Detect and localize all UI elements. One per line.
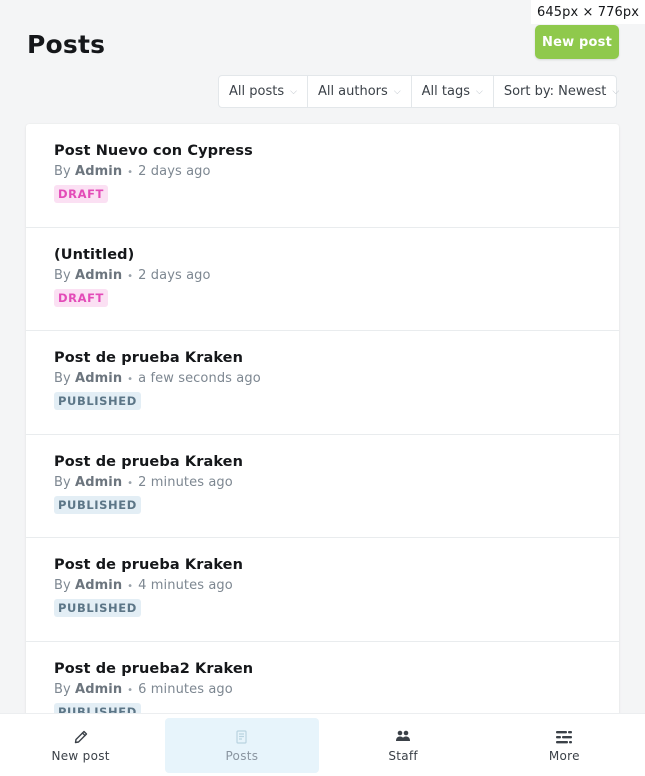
by-label: By [54, 371, 71, 387]
post-author: Admin [75, 474, 123, 490]
post-meta: By Admin • a few seconds ago [54, 371, 591, 386]
nav-label: New post [51, 749, 110, 763]
by-label: By [54, 681, 71, 697]
status-badge: DRAFT [54, 185, 109, 203]
page-title: Posts [27, 30, 106, 59]
tag-filter[interactable]: All tags ⌵ [412, 76, 494, 107]
author-filter-label: All authors [317, 84, 388, 99]
post-time: 2 days ago [138, 267, 211, 283]
separator-dot: • [127, 167, 134, 178]
post-item[interactable]: Post de prueba Kraken By Admin • 4 minutes… [26, 538, 619, 642]
post-time: 4 minutes ago [138, 578, 233, 594]
author-filter[interactable]: All authors ⌵ [308, 76, 412, 107]
chevron-down-icon: ⌵ [290, 87, 297, 97]
sort-filter-label: Sort by: Newest [503, 84, 607, 99]
new-post-button[interactable]: New post [535, 25, 619, 59]
post-title[interactable]: (Untitled) [54, 247, 591, 263]
post-type-filter[interactable]: All posts ⌵ [219, 76, 308, 107]
chevron-down-icon: ⌵ [612, 87, 620, 97]
post-meta: By Admin • 2 days ago [54, 268, 591, 283]
post-time: 2 days ago [138, 164, 211, 179]
status-badge: DRAFT [54, 288, 109, 307]
post-author: Admin [75, 164, 123, 179]
post-title[interactable]: Post de prueba2 Kraken [54, 661, 591, 677]
nav-label: Staff [388, 749, 418, 763]
nav-item-more[interactable]: More [484, 714, 645, 776]
chevron-down-icon: ⌵ [393, 87, 401, 97]
post-author: Admin [75, 371, 123, 387]
by-label: By [54, 267, 71, 283]
bottom-nav: New post Posts Staff More [0, 713, 645, 776]
separator-dot: • [127, 270, 134, 282]
filter-bar: All posts ⌵ All authors ⌵ All tags ⌵ Sor… [218, 75, 619, 108]
post-time: 2 minutes ago [138, 474, 233, 490]
post-item[interactable]: Post de prueba Kraken By Admin • a few sec… [26, 331, 619, 435]
post-type-filter-label: All posts [229, 84, 285, 99]
status-badge: PUBLISHED [54, 599, 141, 618]
nav-item-new-post[interactable]: New post [0, 714, 161, 776]
pencil-icon [71, 728, 91, 745]
post-item[interactable]: Post de prueba Kraken By Admin • 2 minutes… [26, 435, 619, 539]
post-title[interactable]: Post Nuevo con Cypress [54, 143, 591, 159]
post-author: Admin [75, 267, 123, 283]
tag-filter-label: All tags [421, 84, 470, 99]
post-title[interactable]: Post de prueba Kraken [54, 454, 591, 470]
posts-icon [232, 728, 252, 745]
separator-dot: • [127, 374, 134, 386]
nav-label: Posts [225, 749, 259, 763]
chevron-down-icon: ⌵ [475, 87, 483, 97]
staff-icon [393, 728, 413, 745]
separator-dot: • [127, 581, 134, 593]
separator-dot: • [127, 477, 134, 489]
nav-item-posts[interactable]: Posts [161, 714, 322, 776]
post-meta: By Admin • 2 minutes ago [54, 475, 591, 490]
post-meta: By Admin • 4 minutes ago [54, 578, 591, 593]
by-label: By [54, 474, 71, 490]
sort-filter[interactable]: Sort by: Newest ⌵ [494, 76, 629, 107]
size-label: 645px × 776px [531, 0, 645, 24]
status-badge: PUBLISHED [54, 392, 141, 411]
post-meta: By Admin • 2 days ago [54, 164, 591, 179]
post-time: a few seconds ago [138, 371, 261, 387]
by-label: By [54, 578, 71, 594]
post-list: Post Nuevo con Cypress By Admin • 2 days a… [26, 124, 619, 744]
status-badge: PUBLISHED [54, 495, 141, 514]
nav-label: More [548, 749, 580, 763]
post-item[interactable]: (Untitled) By Admin • 2 days ago DRAFT [26, 228, 619, 332]
nav-item-staff[interactable]: Staff [323, 714, 484, 776]
post-title[interactable]: Post de prueba Kraken [54, 557, 591, 573]
post-item[interactable]: Post Nuevo con Cypress By Admin • 2 days a… [26, 124, 619, 228]
separator-dot: • [127, 684, 134, 696]
more-icon [554, 728, 574, 745]
post-title[interactable]: Post de prueba Kraken [54, 350, 591, 366]
by-label: By [54, 164, 71, 179]
post-meta: By Admin • 6 minutes ago [54, 682, 591, 697]
active-highlight [165, 718, 319, 773]
post-author: Admin [75, 681, 123, 697]
post-time: 6 minutes ago [138, 681, 233, 697]
post-author: Admin [75, 578, 123, 594]
